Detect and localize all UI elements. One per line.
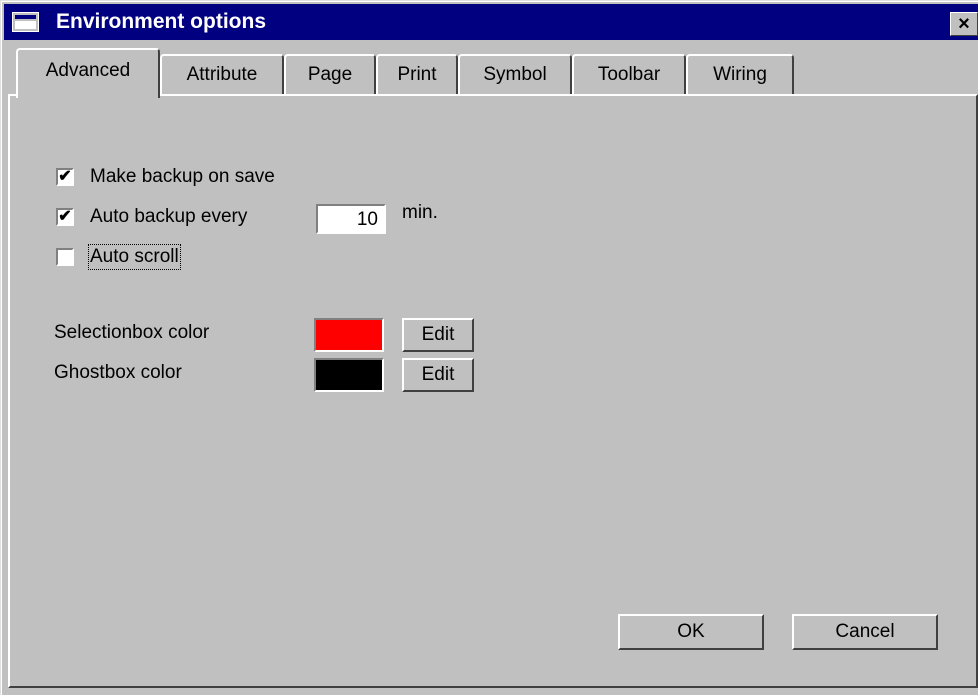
ghostbox-color-swatch[interactable] [314,358,384,392]
selectionbox-color-label: Selectionbox color [54,322,210,343]
selectionbox-color-swatch[interactable] [314,318,384,352]
make-backup-label: Make backup on save [90,166,275,187]
window-icon [12,12,39,32]
auto-scroll-label: Auto scroll [88,244,181,270]
auto-backup-unit: min. [402,202,438,223]
tab-symbol[interactable]: Symbol [458,54,572,94]
auto-backup-label: Auto backup every [90,206,248,227]
auto-scroll-checkbox[interactable] [56,248,74,266]
tab-attribute[interactable]: Attribute [160,54,284,94]
auto-backup-checkbox[interactable]: ✔ [56,208,74,226]
tab-wiring[interactable]: Wiring [686,54,794,94]
ghostbox-edit-button[interactable]: Edit [402,358,474,392]
title-bar[interactable]: Environment options × [4,4,978,40]
close-button[interactable]: × [950,12,978,36]
selectionbox-edit-button[interactable]: Edit [402,318,474,352]
auto-backup-minutes-input[interactable]: 10 [316,204,386,234]
tab-toolbar[interactable]: Toolbar [572,54,686,94]
environment-options-dialog: Environment options × Advanced Attribute… [0,0,978,695]
tab-page[interactable]: Page [284,54,376,94]
window-title: Environment options [56,10,266,33]
tab-print[interactable]: Print [376,54,458,94]
cancel-button[interactable]: Cancel [792,614,938,650]
ghostbox-color-label: Ghostbox color [54,362,182,383]
make-backup-checkbox[interactable]: ✔ [56,168,74,186]
tab-advanced[interactable]: Advanced [16,48,160,98]
ok-button[interactable]: OK [618,614,764,650]
